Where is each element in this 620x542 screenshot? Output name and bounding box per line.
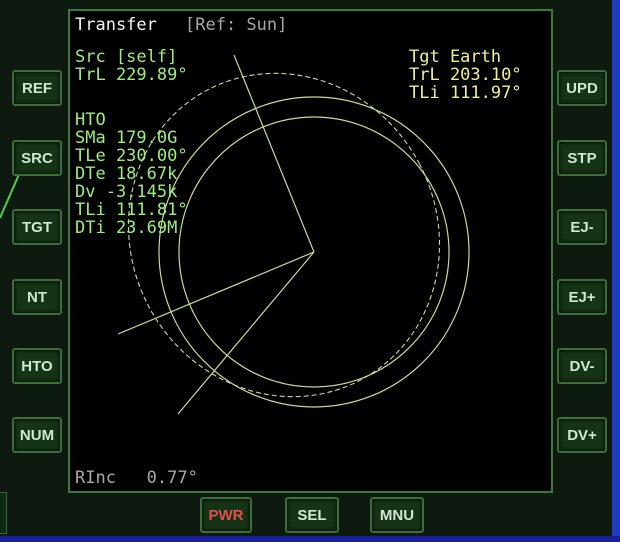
src-button[interactable]: SRC <box>12 140 62 176</box>
upd-button[interactable]: UPD <box>557 70 607 106</box>
tgt-button[interactable]: TGT <box>12 209 62 245</box>
hto-tli: TLi 111.81° <box>75 200 188 220</box>
hto-header: HTO <box>75 110 106 130</box>
reference-label: [Ref: Sun] <box>185 15 288 35</box>
mfd-display: Transfer [Ref: Sun] Src [self] TrL 229.8… <box>68 9 553 493</box>
hto-sma: SMa 179.0G <box>75 128 178 148</box>
ej-minus-button[interactable]: EJ- <box>557 209 607 245</box>
intercept-line <box>177 251 315 415</box>
hto-tle: TLe 230.00° <box>75 146 188 166</box>
ej-plus-button[interactable]: EJ+ <box>557 279 607 315</box>
dv-plus-button[interactable]: DV+ <box>557 417 607 453</box>
source-label: Src [self] <box>75 47 178 67</box>
target-trl: TrL 203.10° <box>409 65 522 85</box>
stp-button[interactable]: STP <box>557 140 607 176</box>
dv-minus-button[interactable]: DV- <box>557 348 607 384</box>
num-button[interactable]: NUM <box>12 417 62 453</box>
source-position-line <box>233 54 315 253</box>
hto-dte: DTe 18.67k <box>75 164 178 184</box>
screen-title: Transfer <box>75 15 157 35</box>
ref-button[interactable]: REF <box>12 70 62 106</box>
sel-button[interactable]: SEL <box>285 497 339 533</box>
hto-dv: Dv -3.145k <box>75 182 178 202</box>
pwr-button[interactable]: PWR <box>200 497 252 533</box>
hto-button[interactable]: HTO <box>12 348 62 384</box>
source-trl: TrL 229.89° <box>75 65 188 85</box>
mnu-button[interactable]: MNU <box>370 497 424 533</box>
target-label: Tgt Earth <box>409 47 502 67</box>
target-position-line <box>117 251 315 335</box>
relative-inclination: RInc 0.77° <box>75 468 198 488</box>
target-tli: TLi 111.97° <box>409 83 522 103</box>
nt-button[interactable]: NT <box>12 279 62 315</box>
hto-dti: DTi 23.69M <box>75 218 178 238</box>
